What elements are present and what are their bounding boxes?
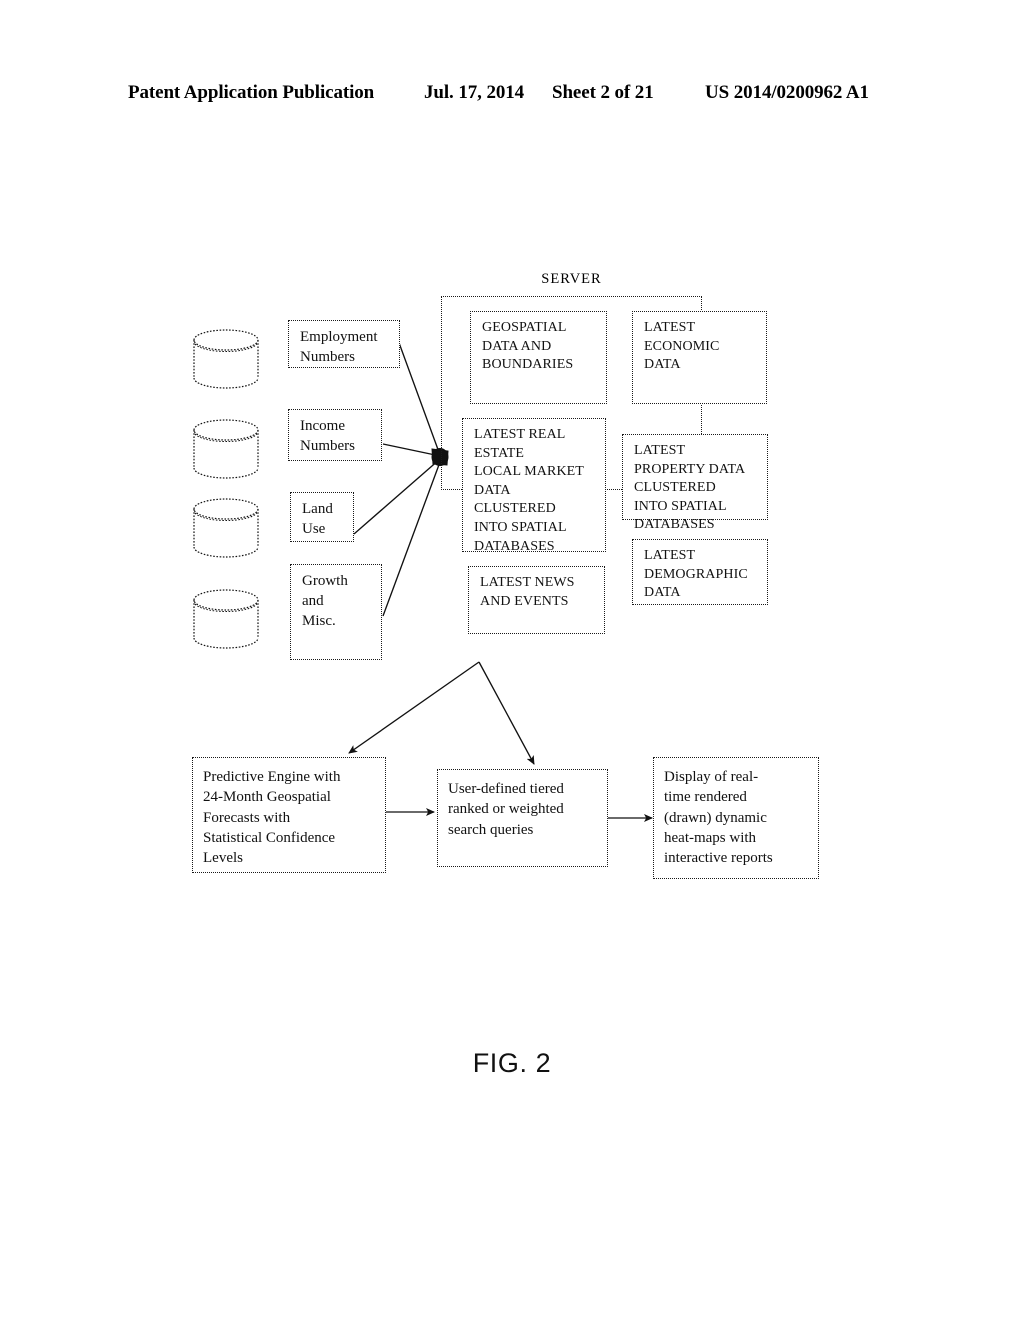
source-box-land-use: Land Use <box>290 492 354 542</box>
database-cylinder-3 <box>192 497 260 559</box>
flow-box-display-heat-maps: Display of real- time rendered (drawn) d… <box>653 757 819 879</box>
flow-box-user-defined-search-queries: User-defined tiered ranked or weighted s… <box>437 769 608 867</box>
source-box-income-numbers: Income Numbers <box>288 409 382 461</box>
server-label: SERVER <box>541 271 602 287</box>
server-box-latest-news-and-events: LATEST NEWS AND EVENTS <box>468 566 605 634</box>
server-box-latest-economic-data: LATEST ECONOMIC DATA <box>632 311 767 404</box>
server-box-latest-property-data-clustered: LATEST PROPERTY DATA CLUSTERED INTO SPAT… <box>622 434 768 532</box>
source-box-employment-numbers: Employment Numbers <box>288 320 400 368</box>
flow-box-predictive-engine: Predictive Engine with 24-Month Geospati… <box>192 757 386 873</box>
figure-caption: FIG. 2 <box>472 1048 552 1078</box>
server-box-geospatial-data-and-boundaries: GEOSPATIAL DATA AND BOUNDARIES <box>470 311 607 404</box>
source-box-growth-and-misc: Growth and Misc. <box>290 564 382 660</box>
connector-lines <box>348 339 653 822</box>
figure-2-diagram: Employment Numbers Income Numbers Land U… <box>0 0 1024 1320</box>
database-cylinder-1 <box>192 328 260 390</box>
server-box-latest-real-estate-local-market-data: LATEST REAL ESTATE LOCAL MARKET DATA CLU… <box>462 418 606 554</box>
database-cylinder-2 <box>192 418 260 480</box>
database-cylinder-4 <box>192 588 260 650</box>
server-box-latest-demographic-data: LATEST DEMOGRAPHIC DATA <box>632 539 768 605</box>
